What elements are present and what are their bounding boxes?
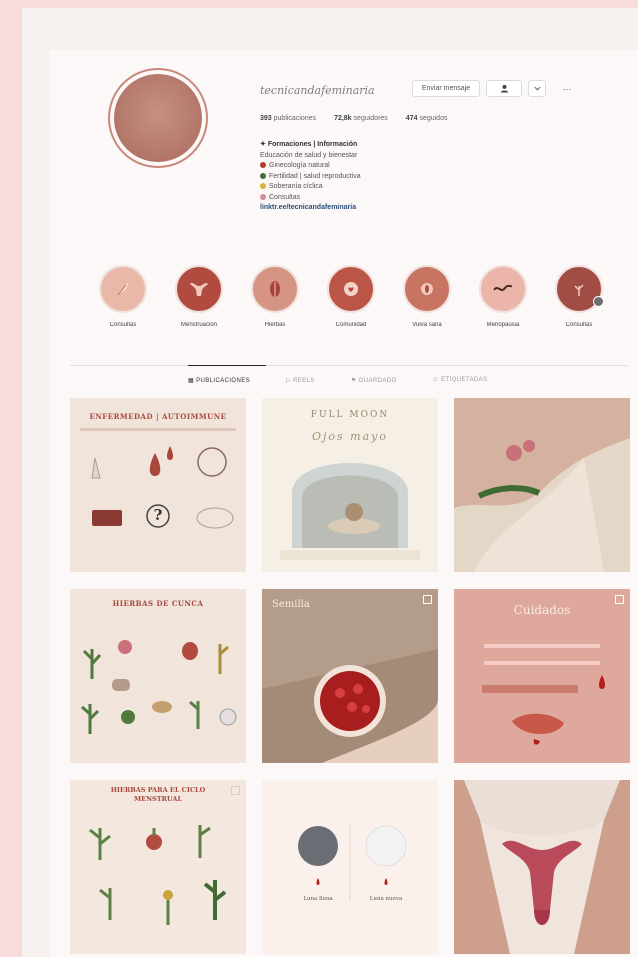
carousel-icon [615,595,624,604]
post-illustration [80,428,236,529]
highlight-label: Hierbas [264,322,286,328]
followers-count[interactable]: 72,8k seguidores [334,115,388,122]
bio-tagline: Educación de salud y bienestar [260,151,358,159]
leaf-icon [260,172,266,179]
profile-username: tecnicandafeminaria [260,84,375,97]
moon-phases-illustration [298,825,407,900]
plant-icon [555,265,604,313]
carousel-icon [231,786,240,795]
story-highlights: Consultas Menstruación Hierbas Comunidad… [88,265,628,340]
post-label-full-moon: Luna nueva [369,896,403,902]
tab-tagged[interactable]: ☺ ETIQUETADAS [433,377,488,384]
bio-link[interactable]: linktr.ee/tecnicandafeminaria [260,203,361,214]
avatar-image [114,74,202,162]
moon-icon [260,183,266,190]
highlight-item[interactable]: Menstruación [164,265,234,328]
highlight-label: Consultas [565,322,593,328]
leaf-icon [251,265,299,313]
badge-icon [593,296,604,307]
feather-icon [99,265,147,313]
post-thumbnail[interactable] [454,398,630,572]
tabs-divider [70,365,628,366]
post-thumbnail[interactable]: Semilla [262,589,438,763]
pomegranate-photo-icon [262,589,438,763]
suggestions-dropdown-button[interactable] [528,80,546,97]
herbs-illustration [81,640,237,734]
profile-avatar[interactable] [108,68,208,168]
heart-icon [327,265,375,313]
flower-icon [403,265,451,313]
uterus-icon [175,265,223,313]
drop-icon [260,162,266,169]
highlight-label: Menopausia [486,322,520,328]
highlight-item[interactable]: Vulva sana [392,265,462,328]
bio-line: Fertilidad | salud reproductiva [260,172,361,183]
post-thumbnail[interactable]: FULL MOON Ojos mayo [262,398,438,572]
post-question-mark: ? [153,506,163,524]
tab-saved[interactable]: ⚑ GUARDADO [351,377,397,384]
post-thumbnail[interactable]: HIERBAS PARA EL CICLO MENSTRUAL [70,780,246,954]
highlight-label: Vulva sana [412,322,442,328]
tab-posts[interactable]: ▦ PUBLICACIONES [188,377,250,384]
herbs-illustration [89,825,227,925]
profile-stats: 393 publicaciones 72,8k seguidores 474 s… [260,115,447,122]
highlight-label: Consultas [109,322,137,328]
carousel-icon [423,595,432,604]
post-thumbnail[interactable]: ENFERMEDAD | AUTOIMMUNE ? [70,398,246,572]
posts-count: 393 publicaciones [260,115,317,122]
cycle-illustration [482,644,605,745]
highlight-label: Menstruación [180,322,218,328]
flower-icon [260,193,266,200]
post-thumbnail[interactable]: Luna llena Luna nueva [262,780,438,954]
profile-tabs: ▦ PUBLICACIONES ▷ REELS ⚑ GUARDADO ☺ ETI… [188,377,487,384]
arch-photo-icon [280,463,420,560]
highlight-item[interactable]: Consultas [544,265,614,328]
lace-photo-icon [454,398,630,572]
bio-line: Ginecología natural [260,161,361,172]
person-icon [500,84,508,93]
highlight-item[interactable]: Consultas [88,265,158,328]
post-title: Semilla [272,599,310,610]
tab-reels[interactable]: ▷ REELS [286,377,315,384]
highlight-item[interactable]: Comunidad [316,265,386,328]
chevron-down-icon [534,86,540,91]
bio-line: Consultas [260,193,361,204]
highlight-item[interactable]: Hierbas [240,265,310,328]
follow-button[interactable] [486,80,522,97]
message-button[interactable]: Enviar mensaje [412,80,480,97]
highlight-item[interactable]: Menopausia [468,265,538,328]
post-label-new-moon: Luna llena [303,896,333,902]
active-tab-indicator [188,365,266,366]
more-options-button[interactable]: ··· [556,80,578,97]
post-thumbnail[interactable]: HIERBAS DE CUNCA [70,589,246,763]
profile-bio: ✦ Formaciones | Información Educación de… [260,140,361,214]
wave-icon [479,265,527,313]
uterus-photo-icon [454,780,630,954]
bio-line: Soberanía cíclica [260,182,361,193]
following-count[interactable]: 474 seguidos [406,115,448,122]
post-thumbnail[interactable] [454,780,630,954]
bio-name: ✦ Formaciones | Información [260,141,358,148]
post-thumbnail[interactable]: Cuidados [454,589,630,763]
highlight-label: Comunidad [335,322,367,328]
